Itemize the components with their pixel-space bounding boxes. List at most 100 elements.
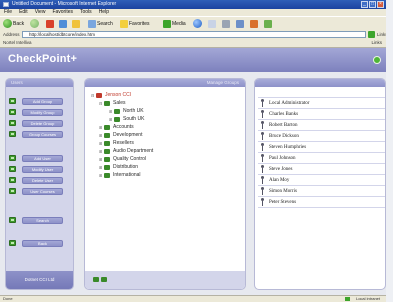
user-row[interactable]: Simon Morris [258, 186, 385, 197]
search-users-button[interactable]: Search [22, 216, 63, 224]
user-icon [9, 155, 16, 161]
manage-groups-label: Manage Groups [206, 80, 239, 85]
messenger-button[interactable] [264, 19, 272, 28]
user-row[interactable]: Steve Jones [258, 164, 385, 175]
user-row[interactable]: Local Administrator [258, 97, 385, 109]
tree-node[interactable]: ⊞ Distribution [99, 163, 138, 171]
intranet-icon [345, 297, 350, 301]
search-button[interactable]: Search [88, 19, 113, 28]
print-button[interactable] [222, 19, 230, 28]
refresh-button[interactable] [59, 19, 67, 28]
address-label: Address [3, 32, 20, 37]
address-bar: Address http://localhost/dbtcore/index.h… [0, 30, 386, 39]
user-row[interactable]: Bruce Dickson [258, 131, 385, 142]
media-button[interactable]: Media [163, 19, 186, 28]
address-links[interactable]: Links [377, 30, 386, 39]
user-pin-icon [260, 110, 265, 118]
tree-node[interactable]: ⊞ Development [99, 131, 142, 139]
menu-view[interactable]: View [35, 9, 46, 16]
mail-button[interactable] [208, 19, 216, 28]
refresh-icon [59, 19, 67, 28]
user-row[interactable]: Steven Humphries [258, 142, 385, 153]
user-courses-button[interactable]: User Courses [22, 187, 63, 195]
group-courses-button[interactable]: Group Courses [22, 130, 63, 138]
help-icon[interactable] [373, 56, 381, 64]
edge-strip [386, 0, 393, 302]
menu-tools[interactable]: Tools [80, 9, 92, 16]
modify-user-row: Modify User [9, 165, 63, 173]
tree-node[interactable]: ⊞ South UK [109, 115, 144, 123]
folder-icon [114, 108, 120, 114]
go-button[interactable] [368, 31, 375, 38]
delete-group-button[interactable]: Delete Group [22, 119, 63, 127]
back-button[interactable]: Back [3, 19, 24, 28]
home-button[interactable] [72, 19, 80, 28]
user-pin-icon [260, 187, 265, 195]
tree-node-root[interactable]: ⊟ Jenson CCI [91, 91, 131, 99]
folder-icon [96, 92, 102, 98]
modify-user-button[interactable]: Modify User [22, 165, 63, 173]
modify-group-button[interactable]: Modify Group [22, 108, 63, 116]
tree-node[interactable]: ⊞ Resellers [99, 139, 134, 147]
user-icon [9, 188, 16, 194]
search-row: Search [9, 216, 63, 224]
user-row[interactable]: Charles Banks [258, 109, 385, 120]
user-pin-icon [260, 165, 265, 173]
ie-icon [3, 2, 9, 7]
tree-node[interactable]: ⊞ North UK [109, 107, 144, 115]
user-pin-icon [260, 132, 265, 140]
group-icon [9, 98, 16, 104]
discuss-button[interactable] [250, 19, 258, 28]
home-icon [72, 19, 80, 28]
user-pin-icon [260, 198, 265, 206]
links-bar-item[interactable]: Nortel Intelliva [3, 39, 32, 47]
folder-icon [104, 140, 110, 146]
group-icon[interactable] [101, 277, 107, 282]
print-icon [222, 19, 230, 28]
user-icon [9, 166, 16, 172]
favorites-button[interactable]: Favorites [120, 19, 150, 28]
menu-bar: File Edit View Favorites Tools Help [0, 9, 386, 16]
user-row[interactable]: Alan Moy [258, 175, 385, 186]
forward-button[interactable] [30, 19, 39, 28]
group-courses-row: Group Courses [9, 130, 63, 138]
folder-icon [104, 100, 110, 106]
back-app-button[interactable]: Back [22, 239, 63, 247]
add-user-button[interactable]: Add User [22, 154, 63, 162]
tree-node[interactable]: ⊞ Audio Department [99, 147, 153, 155]
menu-edit[interactable]: Edit [19, 9, 28, 16]
stop-button[interactable] [46, 19, 54, 28]
user-courses-row: User Courses [9, 187, 63, 195]
tree-node[interactable]: ⊞ International [99, 171, 141, 179]
groups-tree-panel: Manage Groups ⊟ Jenson CCI ⊟ Sales ⊞ Nor… [84, 78, 246, 290]
minimize-icon[interactable]: _ [361, 1, 368, 8]
company-footer: Dotnet CCI Ltd [6, 271, 73, 289]
folder-icon [104, 156, 110, 162]
user-row[interactable]: Paul Johnson [258, 153, 385, 164]
maximize-icon[interactable]: □ [369, 1, 376, 8]
edit-button[interactable] [236, 19, 244, 28]
links-bar-right[interactable]: Links [371, 39, 382, 47]
tree-node[interactable]: ⊞ Quality Control [99, 155, 146, 163]
user-row[interactable]: Peter Stevens [258, 197, 385, 208]
discuss-icon [250, 19, 258, 28]
user-row[interactable]: Robert Barton [258, 120, 385, 131]
history-button[interactable] [193, 19, 202, 28]
add-group-row: Add Group [9, 97, 63, 105]
address-input[interactable]: http://localhost/dbtcore/index.htm [22, 31, 366, 38]
group-icon[interactable] [93, 277, 99, 282]
folder-icon [104, 124, 110, 130]
menu-help[interactable]: Help [99, 9, 109, 16]
delete-user-button[interactable]: Delete User [22, 176, 63, 184]
close-icon[interactable]: × [377, 1, 384, 8]
group-icon [9, 131, 16, 137]
add-user-row: Add User [9, 154, 63, 162]
tree-node[interactable]: ⊞ Accounts [99, 123, 134, 131]
search-icon [88, 19, 96, 28]
menu-favorites[interactable]: Favorites [52, 9, 73, 16]
tree-node[interactable]: ⊟ Sales [99, 99, 126, 107]
add-group-button[interactable]: Add Group [22, 97, 63, 105]
menu-file[interactable]: File [4, 9, 12, 16]
back-row: Back [9, 239, 63, 247]
users-panel-header [255, 79, 385, 87]
